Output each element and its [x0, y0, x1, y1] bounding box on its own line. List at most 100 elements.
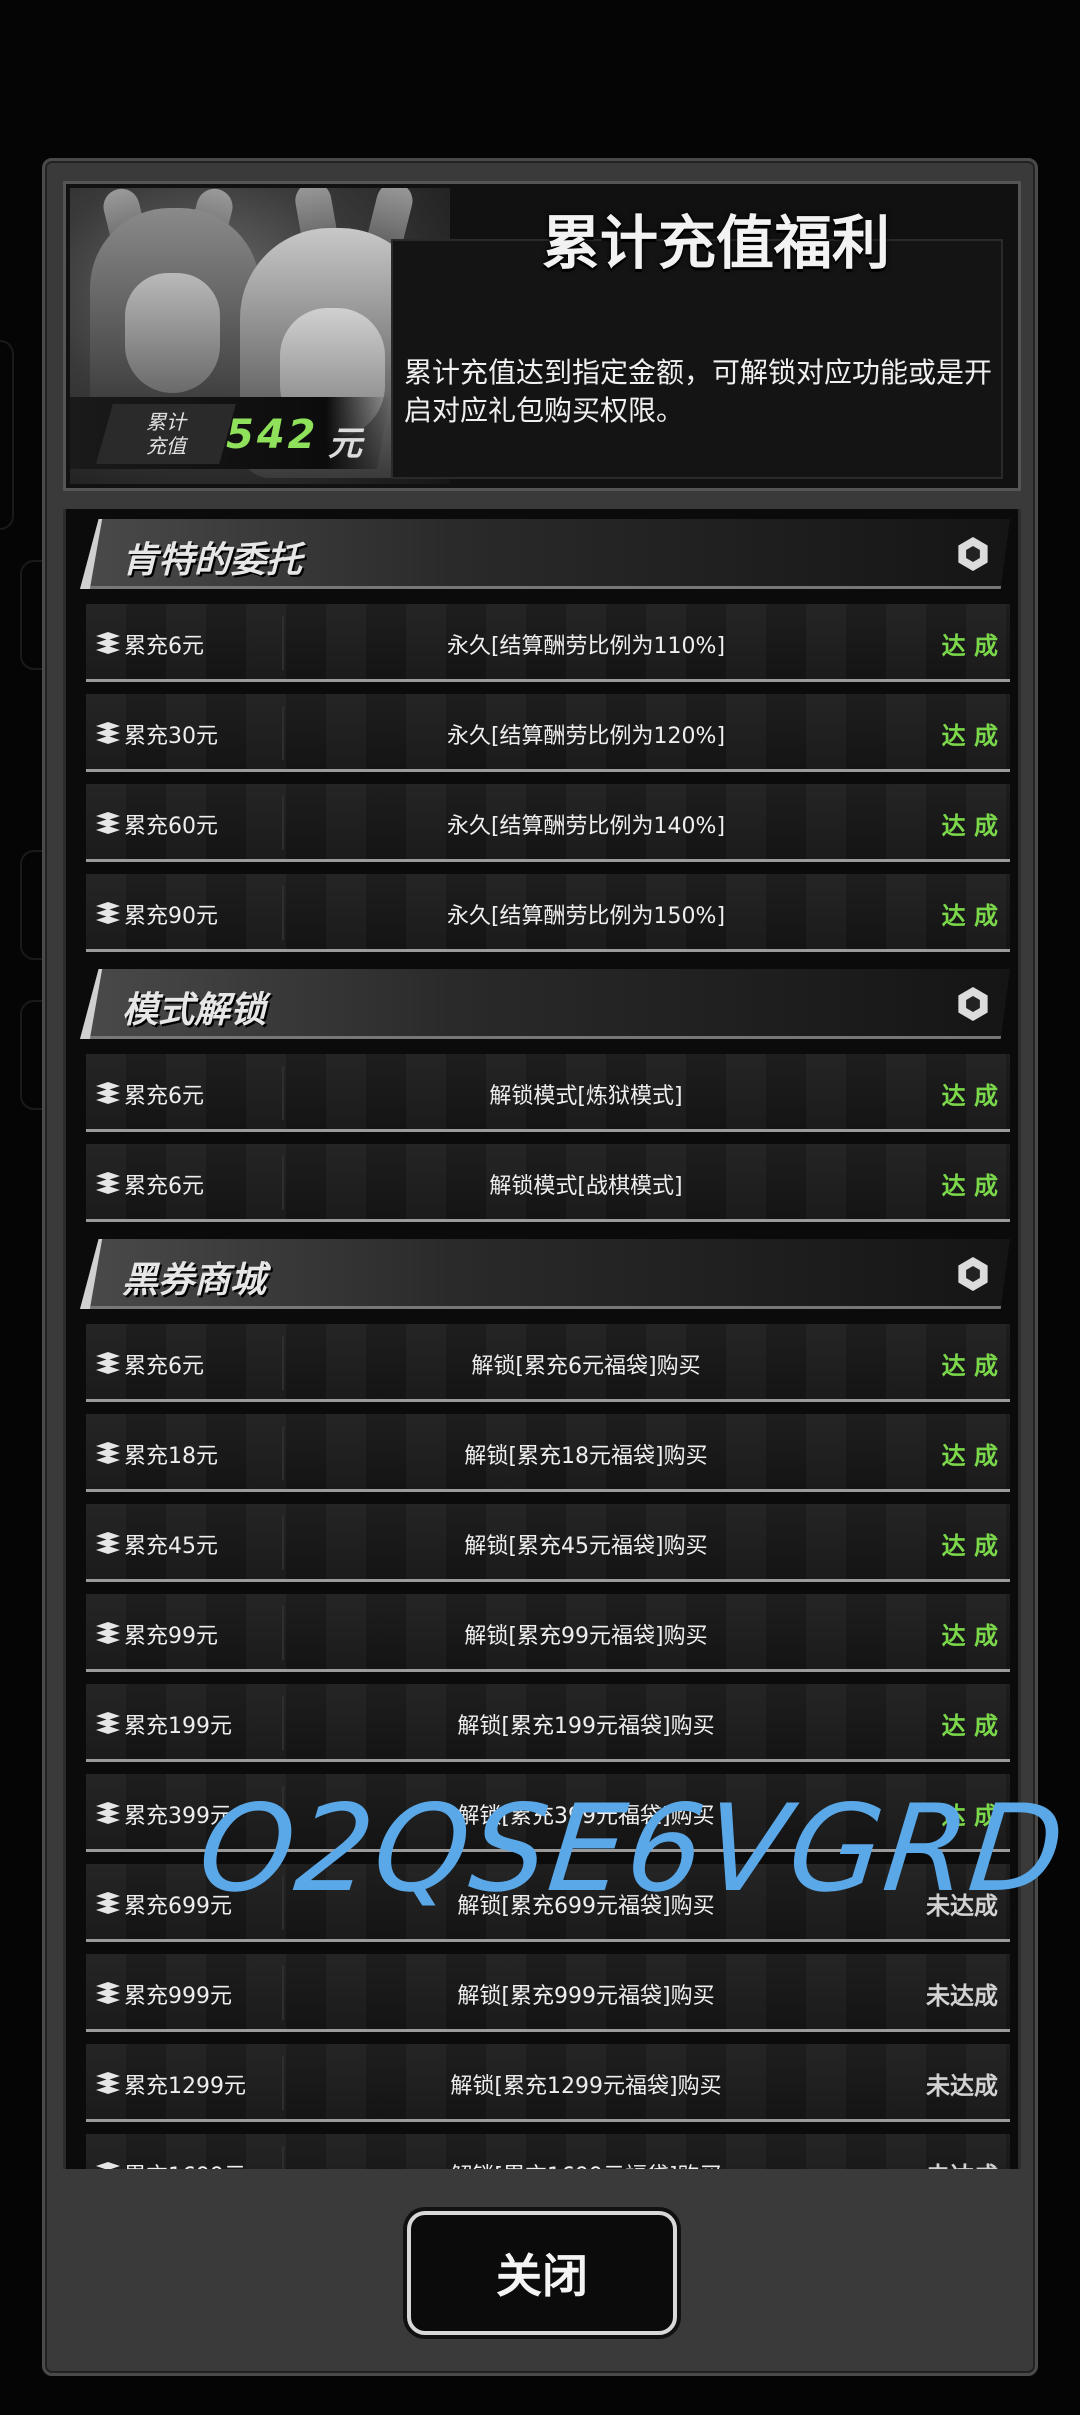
reward-row: 累充60元 永久[结算酬劳比例为140%] 达 成 [86, 784, 1010, 862]
row-status: 未达成 [926, 2072, 998, 2100]
row-reward: 解锁[累充1299元福袋]购买 [450, 2074, 722, 2099]
row-divider [282, 796, 284, 850]
layers-icon [96, 1172, 120, 1194]
row-divider [282, 1516, 284, 1570]
row-reward: 永久[结算酬劳比例为150%] [446, 904, 726, 929]
reward-row: 累充999元 解锁[累充999元福袋]购买 未达成 [86, 1954, 1010, 2032]
background-panel [0, 340, 14, 530]
row-requirement: 累充18元 [124, 1444, 218, 1469]
row-status: 达 成 [941, 902, 998, 930]
dialog-title: 累计充值福利 [541, 209, 890, 277]
row-divider [282, 886, 284, 940]
row-requirement: 累充90元 [124, 904, 218, 929]
reward-row: 累充6元 解锁模式[炼狱模式] 达 成 [86, 1054, 1010, 1132]
row-divider [282, 706, 284, 760]
row-reward: 解锁[累充1699元福袋]购买 [286, 2158, 886, 2169]
row-requirement: 累充199元 [124, 1714, 232, 1739]
row-reward: 永久[结算酬劳比例为140%] [446, 814, 726, 839]
section-header-kent: 肯特的委托 [80, 519, 1010, 589]
row-requirement: 累充99元 [124, 1624, 218, 1649]
reward-row: 累充6元 解锁[累充6元福袋]购买 达 成 [86, 1324, 1010, 1402]
row-status: 达 成 [941, 1532, 998, 1560]
recharge-rewards-dialog: 累计 充值 542 元 累计充值福利 累计充值达到指定金额，可解锁对应功能或是开… [42, 158, 1038, 2376]
row-requirement: 累充1699元 [124, 2158, 246, 2169]
row-divider [282, 1336, 284, 1390]
hexagon-icon [958, 1257, 988, 1291]
row-reward: 永久[结算酬劳比例为120%] [446, 724, 726, 749]
layers-icon [96, 1982, 120, 2004]
character-left-face [125, 273, 220, 393]
total-recharge-value: 542 [226, 412, 319, 458]
section-accent [80, 519, 103, 589]
rewards-list[interactable]: 肯特的委托 累充6元 永久[结算酬劳比例为110%] 达 成 累充30元 永久[… [63, 509, 1021, 2169]
total-recharge-label: 累计 充值 [96, 404, 236, 464]
row-requirement: 累充1299元 [124, 2074, 246, 2099]
reward-row: 累充6元 解锁模式[战棋模式] 达 成 [86, 1144, 1010, 1222]
row-status: 达 成 [941, 812, 998, 840]
layers-icon [96, 2072, 120, 2094]
row-status: 达 成 [941, 1172, 998, 1200]
close-button[interactable]: 关闭 [407, 2211, 677, 2335]
row-status: 未达成 [888, 2156, 998, 2169]
layers-icon [96, 1622, 120, 1644]
reward-row: 累充199元 解锁[累充199元福袋]购买 达 成 [86, 1684, 1010, 1762]
layers-icon [96, 1082, 120, 1104]
row-requirement: 累充6元 [124, 634, 204, 659]
reward-row: 累充99元 解锁[累充99元福袋]购买 达 成 [86, 1594, 1010, 1672]
row-status: 达 成 [941, 1082, 998, 1110]
row-status: 达 成 [941, 1622, 998, 1650]
dialog-description: 累计充值达到指定金额，可解锁对应功能或是开启对应礼包购买权限。 [404, 356, 993, 427]
reward-row: 累充18元 解锁[累充18元福袋]购买 达 成 [86, 1414, 1010, 1492]
section-header-mode-unlock: 模式解锁 [80, 969, 1010, 1039]
hexagon-icon [958, 987, 988, 1021]
row-divider [282, 1696, 284, 1750]
row-divider [282, 1966, 284, 2020]
row-divider [282, 1066, 284, 1120]
layers-icon [96, 902, 120, 924]
row-reward: 解锁模式[战棋模式] [489, 1174, 683, 1199]
total-label-line2: 充值 [146, 434, 186, 458]
row-requirement: 累充999元 [124, 1984, 232, 2009]
row-divider [282, 1156, 284, 1210]
row-reward: 永久[结算酬劳比例为110%] [446, 634, 726, 659]
layers-icon [96, 812, 120, 834]
row-requirement: 累充60元 [124, 814, 218, 839]
layers-icon [96, 632, 120, 654]
row-reward: 解锁[累充45元福袋]购买 [464, 1534, 708, 1559]
dialog-header: 累计 充值 542 元 累计充值福利 累计充值达到指定金额，可解锁对应功能或是开… [63, 181, 1021, 491]
layers-icon [96, 1442, 120, 1464]
row-divider [282, 1606, 284, 1660]
reward-row: 累充90元 永久[结算酬劳比例为150%] 达 成 [86, 874, 1010, 952]
hexagon-icon [958, 537, 988, 571]
row-reward: 解锁[累充999元福袋]购买 [457, 1984, 715, 2009]
row-requirement: 累充45元 [124, 1534, 218, 1559]
watermark-text: O2QSE6VGRD [192, 1780, 1072, 1919]
layers-icon [96, 1892, 120, 1914]
reward-row: 累充45元 解锁[累充45元福袋]购买 达 成 [86, 1504, 1010, 1582]
layers-icon [96, 1352, 120, 1374]
row-status: 达 成 [941, 1352, 998, 1380]
section-accent [80, 1239, 103, 1309]
row-reward: 解锁[累充6元福袋]购买 [471, 1354, 701, 1379]
section-title: 模式解锁 [122, 990, 267, 1031]
layers-icon [96, 2162, 120, 2169]
row-reward: 解锁模式[炼狱模式] [489, 1084, 683, 1109]
row-status: 达 成 [941, 1442, 998, 1470]
row-status: 达 成 [941, 632, 998, 660]
section-title: 肯特的委托 [122, 540, 303, 581]
row-status: 达 成 [941, 722, 998, 750]
row-reward: 解锁[累充99元福袋]购买 [464, 1624, 708, 1649]
section-title: 黑券商城 [122, 1260, 267, 1301]
reward-row: 累充1699元 解锁[累充1699元福袋]购买 未达成 [86, 2134, 1010, 2169]
row-divider [282, 2056, 284, 2110]
layers-icon [96, 1532, 120, 1554]
row-requirement: 累充30元 [124, 724, 218, 749]
layers-icon [96, 1802, 120, 1824]
total-recharge-unit: 元 [328, 424, 362, 464]
row-reward: 解锁[累充199元福袋]购买 [457, 1714, 715, 1739]
section-header-black-coupon-shop: 黑券商城 [80, 1239, 1010, 1309]
row-divider [282, 616, 284, 670]
section-accent [80, 969, 103, 1039]
row-divider [282, 2146, 284, 2169]
row-status: 未达成 [926, 1982, 998, 2010]
